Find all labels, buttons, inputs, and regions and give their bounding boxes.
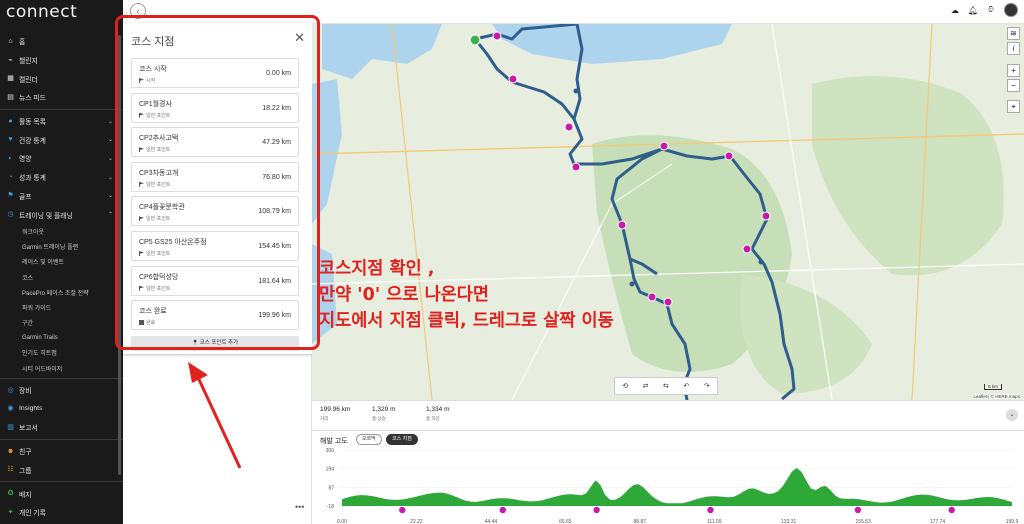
elevation-x-tick: 111.09 [707, 519, 722, 524]
elevation-course-point-marker[interactable] [948, 506, 955, 514]
elevation-y-tick: 300 [326, 448, 335, 454]
elevation-x-tick: 177.74 [930, 519, 946, 524]
elevation-y-tick: 194 [326, 467, 335, 473]
elevation-x-tick: 0.00 [337, 519, 347, 524]
arrow-line [194, 372, 242, 469]
elevation-course-point-marker[interactable] [593, 506, 600, 514]
tab-course-points[interactable]: 코스 지점 [386, 434, 418, 445]
elevation-x-tick: 22.22 [410, 519, 423, 524]
elevation-x-tick: 44.44 [485, 519, 498, 524]
elevation-chart[interactable]: 300 194 87 -18 0.00 22.22 44.44 66.65 88.87 111.0… [312, 445, 1024, 524]
elevation-course-point-marker[interactable] [499, 506, 506, 514]
tab-climbs[interactable]: 오르막 [356, 434, 382, 445]
elevation-x-tick: 199.9 [1006, 519, 1019, 524]
elevation-profile[interactable] [342, 468, 1012, 506]
elevation-x-tick: 88.87 [634, 519, 647, 524]
elevation-panel: 해발 고도 오르막 코스 지점 300 194 87 -18 0.00 22.22 44.4… [312, 430, 1024, 524]
elevation-y-tick: -18 [327, 504, 334, 510]
elevation-course-point-marker[interactable] [399, 506, 406, 514]
stat-distance: 199.96 km 거리 [320, 406, 351, 421]
expand-chevron-icon[interactable]: ⌄ [1006, 409, 1018, 421]
elevation-x-tick: 155.53 [855, 519, 871, 524]
elevation-x-tick: 66.65 [559, 519, 572, 524]
stat-ascent: 1,329 m총 상승 [372, 406, 396, 421]
stat-descent: 1,334 m총 하강 [426, 406, 450, 421]
elevation-course-point-marker[interactable] [707, 506, 714, 514]
elevation-x-tick: 133.31 [781, 519, 797, 524]
arrow-head [188, 362, 208, 383]
course-stats: 199.96 km 거리 1,329 m총 상승 1,334 m총 하강 ⌄ [312, 400, 1024, 430]
elevation-course-point-marker[interactable] [854, 506, 862, 514]
elevation-y-tick: 87 [328, 485, 334, 491]
